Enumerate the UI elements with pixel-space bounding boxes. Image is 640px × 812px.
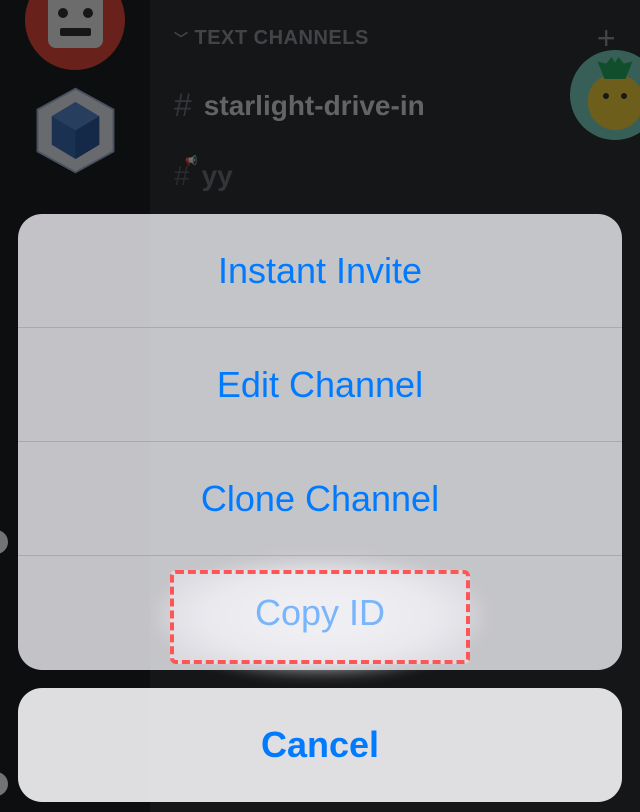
instant-invite-button[interactable]: Instant Invite	[18, 214, 622, 328]
action-sheet-group: Instant Invite Edit Channel Clone Channe…	[18, 214, 622, 670]
cancel-button[interactable]: Cancel	[18, 688, 622, 802]
action-sheet: Instant Invite Edit Channel Clone Channe…	[18, 214, 622, 802]
copy-id-button[interactable]: Copy ID	[18, 556, 622, 670]
edit-channel-button[interactable]: Edit Channel	[18, 328, 622, 442]
clone-channel-button[interactable]: Clone Channel	[18, 442, 622, 556]
